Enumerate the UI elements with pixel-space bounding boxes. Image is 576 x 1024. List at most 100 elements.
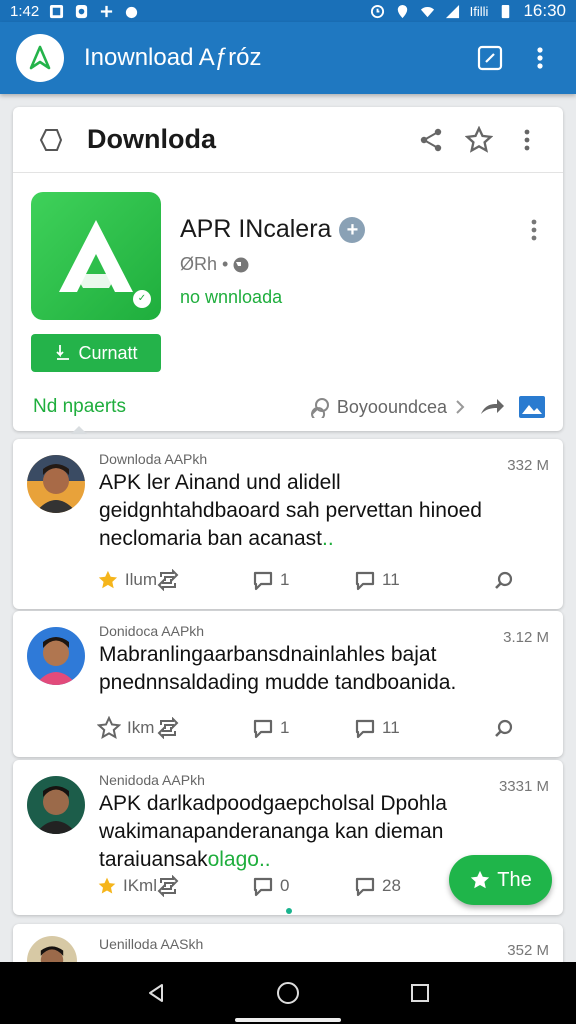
share-count: 11 xyxy=(382,570,400,589)
nav-home-button[interactable] xyxy=(268,973,308,1013)
avatar[interactable] xyxy=(27,455,85,513)
comment-count: 1 xyxy=(280,570,290,589)
post-text: APK darlkadpoodgaepcholsal Dpohla wakima… xyxy=(99,790,515,874)
comment-button[interactable]: 1 xyxy=(252,569,354,591)
fab-label: The xyxy=(497,868,532,891)
gallery-icon xyxy=(50,4,64,18)
chevron-right-icon xyxy=(456,400,465,414)
globe-icon xyxy=(233,257,249,272)
post-body: Mabranlingaarbansdnainlahles bajat pnedn… xyxy=(99,643,457,694)
post-highlight: olago.. xyxy=(207,848,271,871)
avatar[interactable] xyxy=(27,776,85,834)
share-count-button[interactable]: 11 xyxy=(354,717,459,739)
more-vert-icon xyxy=(524,129,530,150)
post-card[interactable]: Downloda AAPkh 332 M APK ler Ainand und … xyxy=(13,439,563,609)
comment-icon xyxy=(355,719,375,739)
post-source: Uenilloda AASkh xyxy=(99,936,204,952)
back-icon xyxy=(39,128,63,151)
status-time-left: 1:42 xyxy=(10,2,40,20)
star-outline-icon xyxy=(97,716,121,739)
app-title: Inownload Aƒróz xyxy=(84,44,262,71)
cloud-icon xyxy=(126,6,138,18)
post-text: APK ler Ainand und alidell geidgnhtahdba… xyxy=(99,469,515,553)
download-icon xyxy=(56,345,70,360)
page-indicator-dot xyxy=(286,908,292,914)
search-bar[interactable]: Boyooundcea xyxy=(309,396,467,418)
nav-back-button[interactable] xyxy=(136,973,176,1013)
current-button[interactable]: Curnatt xyxy=(31,334,161,372)
comment-icon xyxy=(253,877,273,897)
chat-button[interactable] xyxy=(493,717,515,739)
app-status: no wnnloada xyxy=(180,287,283,307)
detail-header: Downloda xyxy=(13,107,563,173)
repost-button[interactable] xyxy=(157,569,252,591)
app-bar: Inownload Aƒróz xyxy=(0,22,576,94)
post-actions: Ilum 1 11 xyxy=(97,565,515,595)
detail-title: Downloda xyxy=(87,124,216,154)
share-button[interactable] xyxy=(411,120,451,160)
share-count: 11 xyxy=(382,718,400,737)
chat-button[interactable] xyxy=(493,569,515,591)
comment-button[interactable]: 0 xyxy=(252,875,354,897)
post-source: Downloda AAPkh xyxy=(99,451,208,467)
verified-badge-icon: ✓ xyxy=(133,290,151,308)
detail-tab-row: Nd npaerts Boyooundcea xyxy=(13,387,563,434)
post-time: 352 M xyxy=(507,942,549,959)
repost-icon xyxy=(157,875,179,897)
repost-button[interactable] xyxy=(157,717,252,739)
repost-icon xyxy=(157,717,179,739)
post-highlight: .. xyxy=(321,527,334,550)
post-source: Nenidoda AAPkh xyxy=(99,772,205,788)
image-icon xyxy=(519,396,545,418)
comment-button[interactable]: 1 xyxy=(252,717,354,739)
post-text: Mabranlingaarbansdnainlahles bajat pnedn… xyxy=(99,641,515,697)
post-card[interactable]: Donidoca AAPkh 3.12 M Mabranlingaarbansd… xyxy=(13,611,563,757)
add-icon[interactable]: + xyxy=(339,216,366,243)
like-button[interactable]: IKml xyxy=(97,874,157,898)
comment-count: 1 xyxy=(280,718,290,737)
edit-icon xyxy=(477,45,503,71)
user-avatar-icon xyxy=(27,455,85,513)
plus-icon xyxy=(101,5,113,17)
app-meta: ØRh • xyxy=(180,254,250,275)
more-button[interactable] xyxy=(520,38,560,78)
forward-button[interactable] xyxy=(477,392,507,422)
search-icon xyxy=(495,719,513,737)
home-indicator[interactable] xyxy=(235,1018,341,1022)
avatar[interactable] xyxy=(27,627,85,685)
comment-icon xyxy=(355,877,375,897)
like-button[interactable]: Ikm xyxy=(97,716,157,740)
recents-square-icon xyxy=(411,984,429,1002)
share-count-button[interactable]: 28 xyxy=(354,875,459,897)
carrier-label: Ifilli xyxy=(469,3,489,19)
favorite-button[interactable] xyxy=(459,120,499,160)
user-avatar-icon xyxy=(27,627,85,685)
current-button-label: Curnatt xyxy=(78,342,138,363)
signal-icon xyxy=(445,4,459,18)
post-actions: Ikm 1 11 xyxy=(97,713,515,743)
status-bar: 1:42 Ifilli 16:30 xyxy=(0,0,576,22)
star-icon xyxy=(98,877,116,894)
more-vert-icon xyxy=(531,219,537,241)
user-avatar-icon xyxy=(27,776,85,834)
app-icon: ✓ xyxy=(31,192,161,320)
back-button[interactable] xyxy=(35,125,65,155)
app-detail-card: Downloda ✓ APR INcalera + ØRh • no wnnlo… xyxy=(13,107,563,434)
repost-button[interactable] xyxy=(157,875,252,897)
floating-action-button[interactable]: The xyxy=(449,855,552,905)
like-button[interactable]: Ilum xyxy=(97,568,157,592)
nav-recents-button[interactable] xyxy=(400,973,440,1013)
image-button[interactable] xyxy=(517,392,547,422)
alarm-icon xyxy=(370,4,384,18)
like-label: Ilum xyxy=(124,570,157,589)
tab-updates[interactable]: Nd npaerts xyxy=(33,396,126,434)
share-count-button[interactable]: 11 xyxy=(354,569,459,591)
app-more-button[interactable] xyxy=(519,215,549,245)
battery-icon xyxy=(502,4,510,18)
edit-button[interactable] xyxy=(470,38,510,78)
comment-icon xyxy=(355,571,375,591)
post-body: APK ler Ainand und alidell geidgnhtahdba… xyxy=(99,471,482,550)
detail-more-button[interactable] xyxy=(507,120,547,160)
post-body: APK darlkadpoodgaepcholsal Dpohla wakima… xyxy=(99,792,447,871)
comment-icon xyxy=(253,571,273,591)
